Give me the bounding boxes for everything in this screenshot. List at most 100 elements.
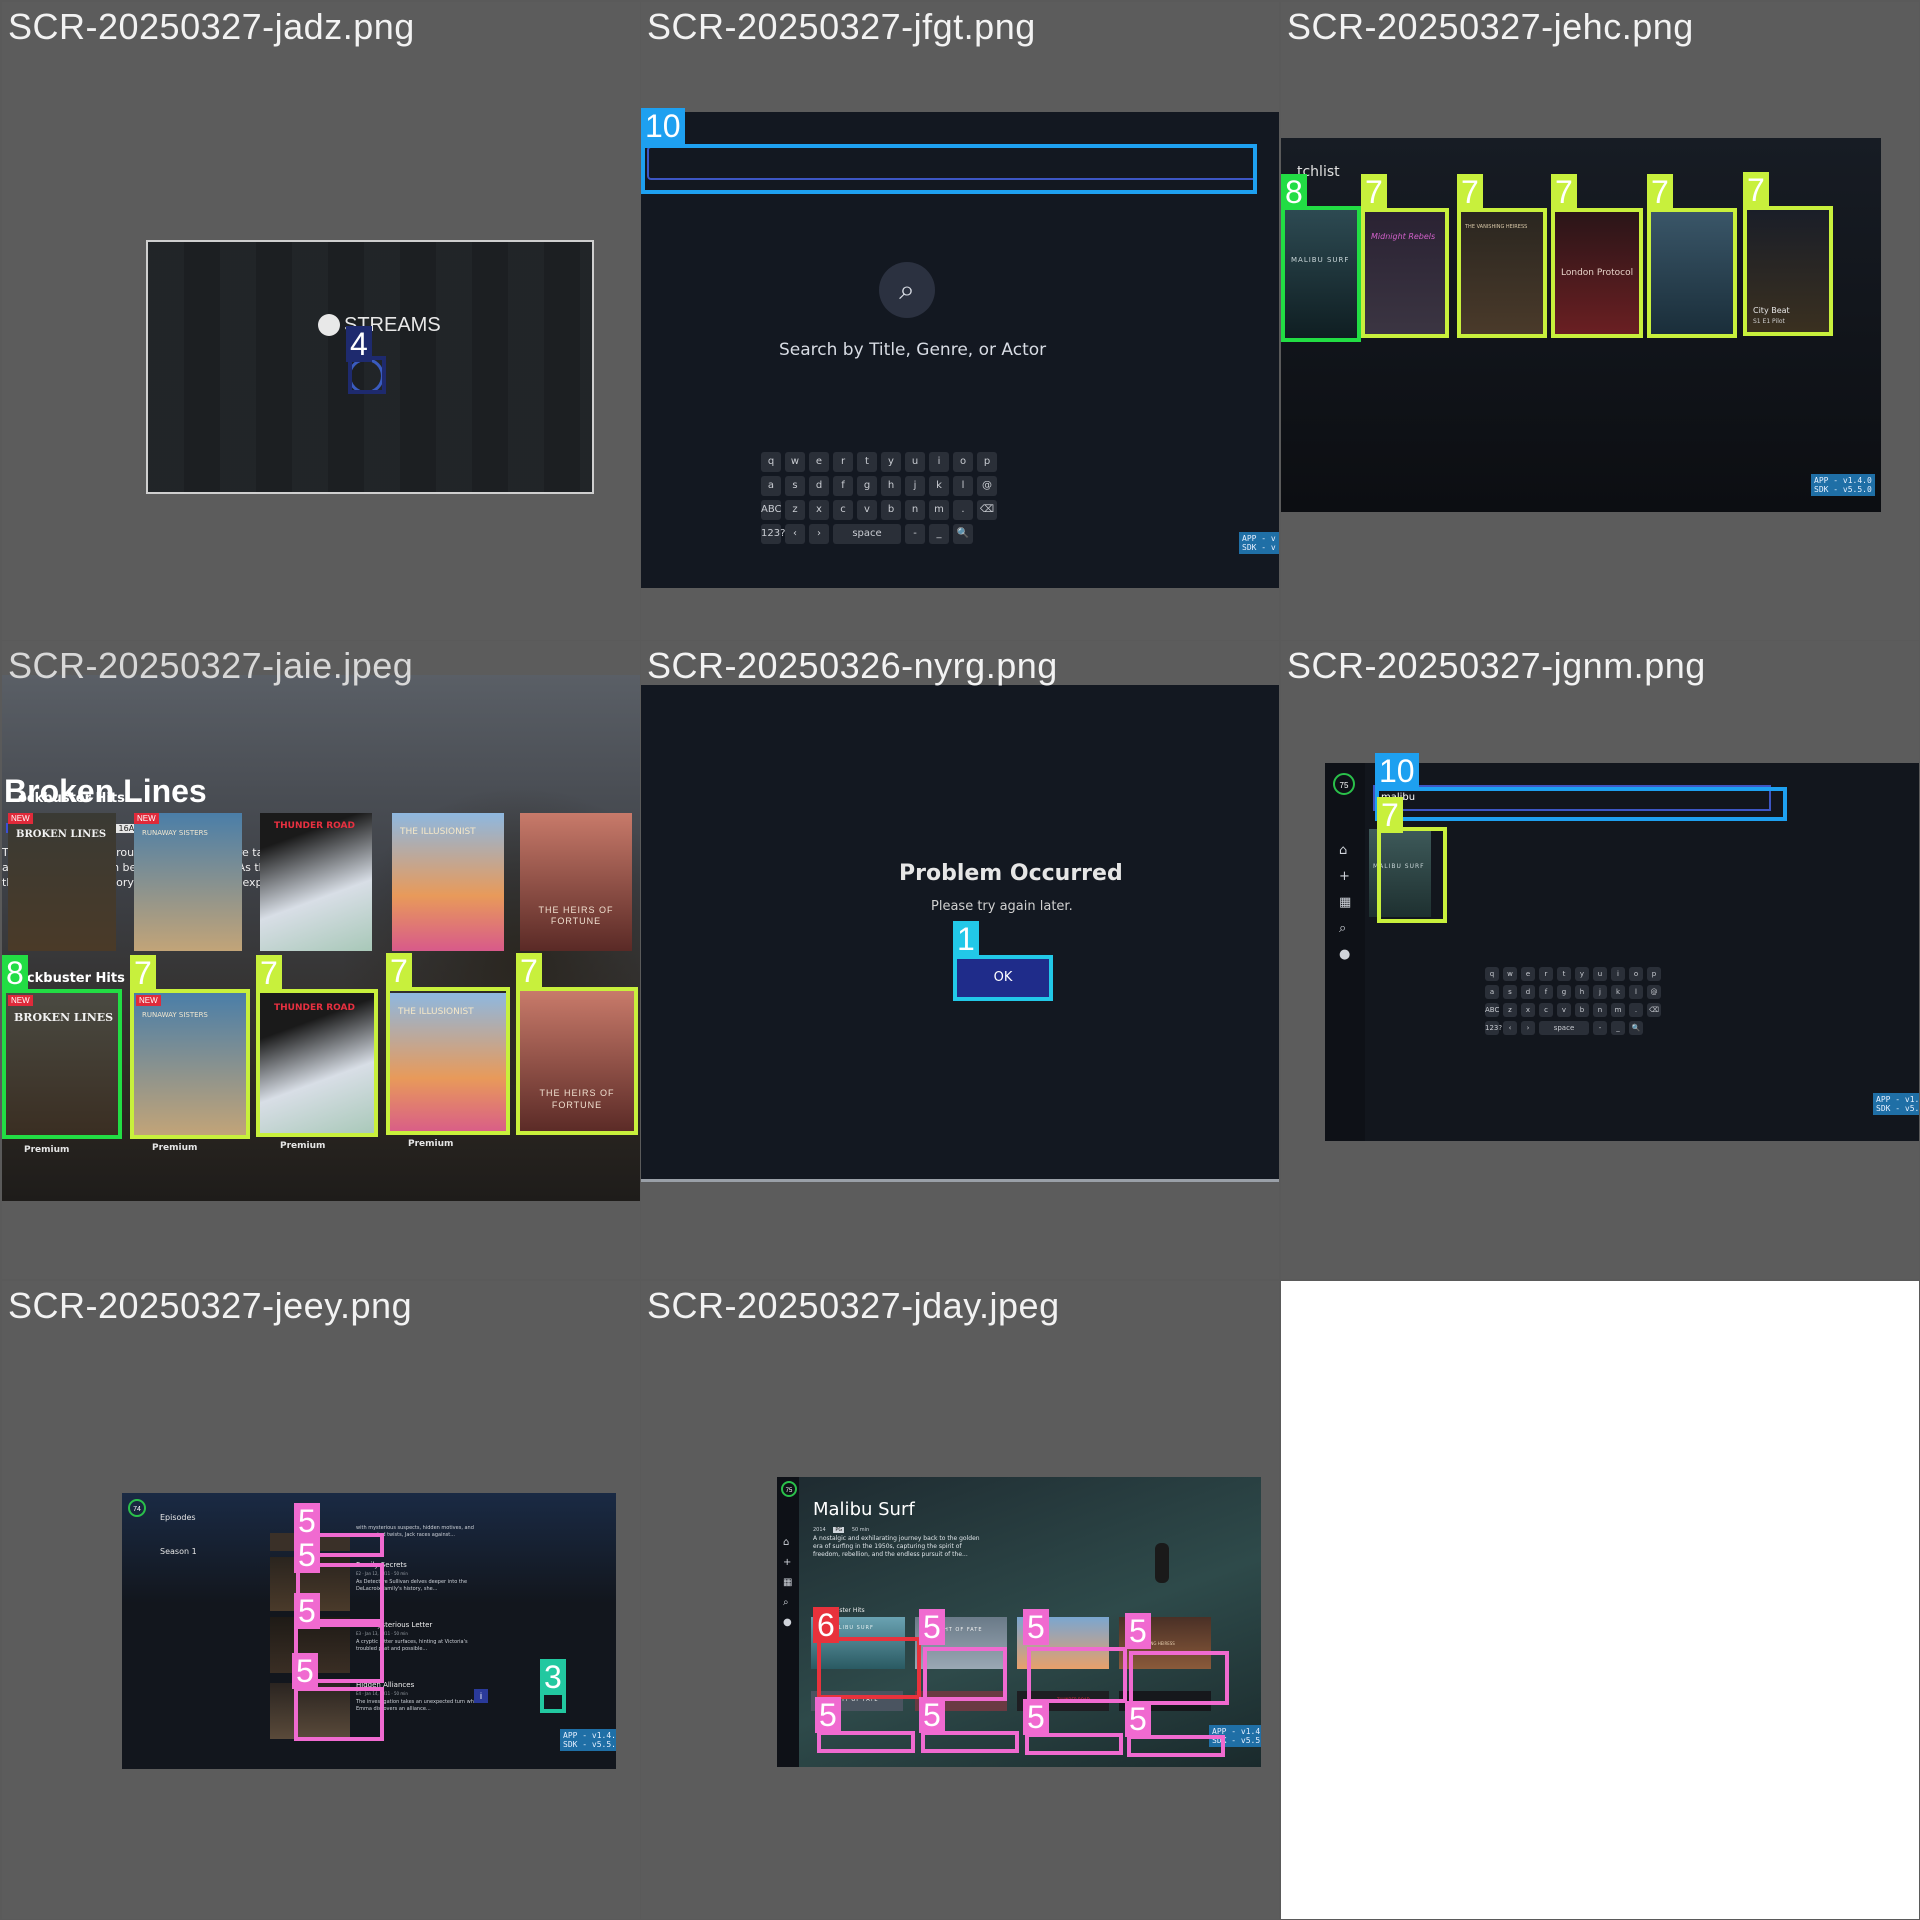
key-p[interactable]: p (977, 452, 997, 472)
key-l[interactable]: l (953, 476, 973, 496)
key-e[interactable]: e (1521, 967, 1535, 981)
home-icon[interactable]: ⌂ (783, 1537, 789, 1548)
key-t[interactable]: t (1557, 967, 1571, 981)
key-j[interactable]: j (905, 476, 925, 496)
avatar[interactable]: 75 (781, 1481, 797, 1497)
key-e[interactable]: e (809, 452, 829, 472)
key-›[interactable]: › (1521, 1021, 1535, 1035)
bbox-7 (256, 989, 378, 1137)
key-g[interactable]: g (857, 476, 877, 496)
nav-episodes[interactable]: Episodes (160, 1513, 196, 1522)
key-h[interactable]: h (1575, 985, 1589, 999)
avatar[interactable]: 74 (128, 1499, 146, 1517)
key-⌫[interactable]: ⌫ (977, 500, 997, 520)
key-c[interactable]: c (833, 500, 853, 520)
key-q[interactable]: q (761, 452, 781, 472)
profile-icon[interactable]: ● (1339, 947, 1350, 962)
key--[interactable]: - (1593, 1021, 1607, 1035)
plus-icon[interactable]: + (783, 1557, 791, 1568)
grid-icon[interactable]: ▦ (1339, 895, 1351, 910)
key-g[interactable]: g (1557, 985, 1571, 999)
key-p[interactable]: p (1647, 967, 1661, 981)
key-t[interactable]: t (857, 452, 877, 472)
key-v[interactable]: v (857, 500, 877, 520)
key-@[interactable]: @ (1647, 985, 1661, 999)
bbox-label-7: 7 (1551, 174, 1577, 210)
key-w[interactable]: w (785, 452, 805, 472)
key-r[interactable]: r (1539, 967, 1553, 981)
key-f[interactable]: f (833, 476, 853, 496)
key-x[interactable]: x (1521, 1003, 1535, 1017)
key-j[interactable]: j (1593, 985, 1607, 999)
key-_[interactable]: _ (1611, 1021, 1625, 1035)
key-s[interactable]: s (1503, 985, 1517, 999)
key-y[interactable]: y (881, 452, 901, 472)
plus-icon[interactable]: + (1339, 869, 1350, 884)
key-v[interactable]: v (1557, 1003, 1571, 1017)
search-icon[interactable]: ⌕ (1339, 921, 1346, 936)
key-123?[interactable]: 123? (1485, 1021, 1502, 1035)
key-y[interactable]: y (1575, 967, 1589, 981)
key-m[interactable]: m (1611, 1003, 1625, 1017)
key-m[interactable]: m (929, 500, 949, 520)
key-ABC[interactable]: ABC (1485, 1003, 1499, 1017)
bbox-label-5: 5 (294, 1593, 320, 1629)
key-b[interactable]: b (1575, 1003, 1589, 1017)
key-123?[interactable]: 123? (761, 524, 785, 544)
key-k[interactable]: k (1611, 985, 1625, 999)
key-o[interactable]: o (1629, 967, 1643, 981)
nav-season-1[interactable]: Season 1 (160, 1547, 197, 1556)
key-n[interactable]: n (1593, 1003, 1607, 1017)
key-.[interactable]: . (1629, 1003, 1643, 1017)
key-c[interactable]: c (1539, 1003, 1553, 1017)
key-r[interactable]: r (833, 452, 853, 472)
key-.[interactable]: . (953, 500, 973, 520)
key-a[interactable]: a (1485, 985, 1499, 999)
key-space[interactable]: space (833, 524, 901, 544)
key-z[interactable]: z (1503, 1003, 1517, 1017)
hero-meta: 2014 PG 50 min (813, 1527, 869, 1533)
search-icon[interactable]: ⌕ (783, 1597, 789, 1608)
key-⌫[interactable]: ⌫ (1647, 1003, 1661, 1017)
key-🔍[interactable]: 🔍 (1629, 1021, 1643, 1035)
bbox-5 (817, 1731, 915, 1753)
bbox-label-5: 5 (292, 1653, 318, 1689)
key-a[interactable]: a (761, 476, 781, 496)
avatar[interactable]: 75 (1333, 773, 1355, 795)
key-@[interactable]: @ (977, 476, 997, 496)
key-ABC[interactable]: ABC (761, 500, 782, 520)
key-i[interactable]: i (1611, 967, 1625, 981)
bbox-label-5: 5 (1023, 1609, 1049, 1645)
key-_[interactable]: _ (929, 524, 949, 544)
key-h[interactable]: h (881, 476, 901, 496)
key-o[interactable]: o (953, 452, 973, 472)
row-title: ockbuster Hits (18, 971, 125, 986)
key-i[interactable]: i (929, 452, 949, 472)
key-‹[interactable]: ‹ (785, 524, 805, 544)
home-icon[interactable]: ⌂ (1339, 843, 1347, 858)
key-d[interactable]: d (809, 476, 829, 496)
key-f[interactable]: f (1539, 985, 1553, 999)
key-z[interactable]: z (785, 500, 805, 520)
key-›[interactable]: › (809, 524, 829, 544)
bbox-5 (1127, 1735, 1225, 1757)
key-w[interactable]: w (1503, 967, 1517, 981)
filename-label: SCR-20250327-jehc.png (1287, 6, 1694, 47)
key-q[interactable]: q (1485, 967, 1499, 981)
key--[interactable]: - (905, 524, 925, 544)
key-🔍[interactable]: 🔍 (953, 524, 973, 544)
key-d[interactable]: d (1521, 985, 1535, 999)
key-s[interactable]: s (785, 476, 805, 496)
info-button[interactable]: i (474, 1689, 488, 1703)
grid-icon[interactable]: ▦ (783, 1577, 792, 1588)
key-space[interactable]: space (1539, 1021, 1589, 1035)
key-u[interactable]: u (1593, 967, 1607, 981)
key-b[interactable]: b (881, 500, 901, 520)
key-n[interactable]: n (905, 500, 925, 520)
key-u[interactable]: u (905, 452, 925, 472)
key-‹[interactable]: ‹ (1503, 1021, 1517, 1035)
key-k[interactable]: k (929, 476, 949, 496)
key-x[interactable]: x (809, 500, 829, 520)
profile-icon[interactable]: ● (783, 1617, 792, 1628)
key-l[interactable]: l (1629, 985, 1643, 999)
